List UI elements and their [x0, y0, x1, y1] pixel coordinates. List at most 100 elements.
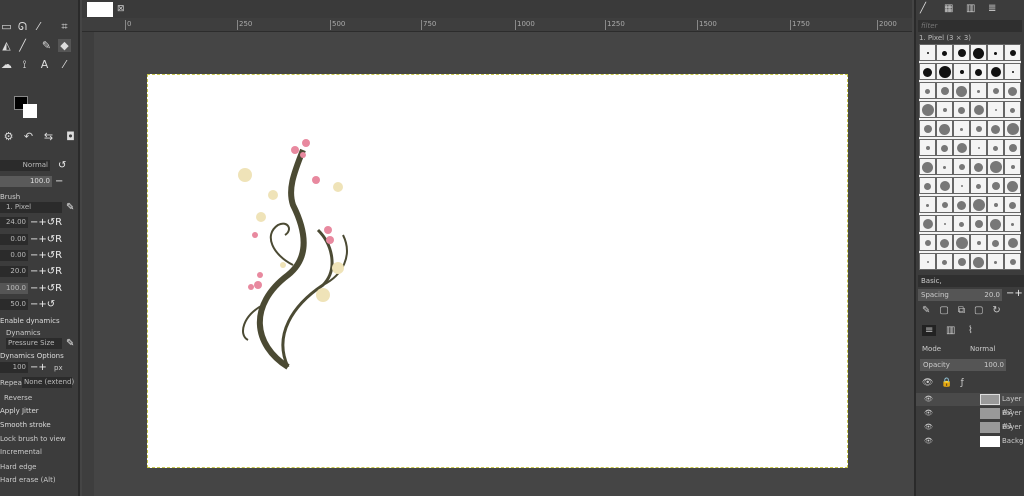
brush-preview[interactable]	[1004, 253, 1021, 270]
brush-preview[interactable]	[970, 63, 987, 80]
brush-preview[interactable]	[919, 139, 936, 156]
brush-preview[interactable]	[970, 177, 987, 194]
brush-preview[interactable]	[919, 253, 936, 270]
brush-preview[interactable]	[953, 177, 970, 194]
spacing-pm[interactable]: −+↺R	[30, 266, 62, 277]
brush-preview[interactable]	[936, 177, 953, 194]
brush-preview[interactable]	[919, 101, 936, 118]
layer-name[interactable]: Layer	[1002, 421, 1022, 434]
tool-options-icon[interactable]: ⚙	[2, 130, 15, 143]
brush-preview[interactable]	[936, 196, 953, 213]
layer-row[interactable]: 👁 Layer	[916, 421, 1024, 434]
brush-preview[interactable]	[919, 196, 936, 213]
brush-preview[interactable]	[919, 82, 936, 99]
visibility-eye-icon[interactable]: 👁	[924, 407, 933, 420]
undo-history-icon[interactable]: ↶	[22, 130, 35, 143]
jitter-checkbox[interactable]: Apply Jitter	[0, 405, 80, 417]
brush-preview[interactable]	[987, 234, 1004, 251]
brush-preview[interactable]	[987, 63, 1004, 80]
incremental-checkbox[interactable]: Incremental	[0, 446, 80, 458]
brush-preview[interactable]	[936, 44, 953, 61]
layer-mode-select[interactable]: Normal	[970, 345, 995, 353]
smudge-icon[interactable]: ☁	[0, 58, 13, 71]
hardness-field[interactable]: 100.0	[0, 283, 28, 294]
brush-preview[interactable]	[919, 120, 936, 137]
lasso-icon[interactable]: ᘏ	[16, 20, 29, 33]
aspect-field[interactable]: 0.00	[0, 234, 28, 245]
paths-icon[interactable]: ⟟	[18, 58, 31, 71]
brush-preview[interactable]	[1004, 101, 1021, 118]
opacity-decrease[interactable]: −	[55, 176, 63, 187]
brush-preview[interactable]	[987, 120, 1004, 137]
brush-preview[interactable]	[1004, 177, 1021, 194]
reverse-checkbox[interactable]: Reverse	[0, 392, 80, 404]
brush-preview[interactable]	[953, 44, 970, 61]
brush-preview[interactable]	[953, 196, 970, 213]
color-picker-icon[interactable]: ⁄	[58, 58, 71, 71]
brush-preview[interactable]	[953, 158, 970, 175]
brush-tag-input[interactable]: Basic,	[918, 275, 1024, 287]
brush-preview[interactable]	[970, 82, 987, 99]
brush-preview[interactable]	[1004, 215, 1021, 232]
brush-preview[interactable]	[936, 63, 953, 80]
reset-mode-icon[interactable]: ↺	[58, 160, 66, 171]
brush-preview[interactable]	[970, 44, 987, 61]
brush-preview[interactable]	[970, 215, 987, 232]
edit-dynamics-icon[interactable]: ✎	[66, 338, 74, 349]
brush-preview[interactable]	[936, 101, 953, 118]
brush-preview[interactable]	[970, 158, 987, 175]
dynamics-select[interactable]: Pressure Size	[6, 338, 62, 349]
hardness-pm[interactable]: −+↺R	[30, 283, 62, 294]
image-canvas[interactable]	[147, 74, 848, 468]
background-color[interactable]	[23, 104, 37, 118]
brush-spacing-slider[interactable]: Spacing 20.0	[918, 289, 1002, 301]
patterns-tab-icon[interactable]: ▦	[944, 3, 953, 14]
document-history-icon[interactable]: ≣	[988, 3, 996, 14]
fade-unit[interactable]: px	[54, 362, 63, 374]
brush-preview[interactable]	[987, 139, 1004, 156]
brush-preview[interactable]	[936, 120, 953, 137]
brush-preview[interactable]	[970, 120, 987, 137]
brush-preview[interactable]	[1004, 82, 1021, 99]
brush-preview[interactable]	[970, 196, 987, 213]
brush-preview[interactable]	[970, 234, 987, 251]
eraser-icon[interactable]: ◆	[58, 39, 71, 52]
brush-preview[interactable]	[936, 158, 953, 175]
brush-preview[interactable]	[987, 215, 1004, 232]
hard-erase-checkbox[interactable]: Hard erase (Alt)	[0, 474, 80, 486]
brush-preview[interactable]	[1004, 158, 1021, 175]
enable-dynamics-toggle[interactable]: Enable dynamics	[0, 315, 80, 327]
brush-preview[interactable]	[919, 158, 936, 175]
brush-preview[interactable]	[987, 196, 1004, 213]
mode-select[interactable]: Normal	[0, 160, 50, 171]
brush-preview[interactable]	[1004, 44, 1021, 61]
lock-row[interactable]: 👁🔒ƒ	[922, 378, 972, 388]
brush-preview[interactable]	[1004, 120, 1021, 137]
brush-preview[interactable]	[1004, 63, 1021, 80]
brush-actions[interactable]: ✎▢⧉▢↻	[922, 305, 1010, 316]
layer-row[interactable]: 👁 Background	[916, 435, 1024, 448]
brush-preview[interactable]	[987, 158, 1004, 175]
layer-opacity-slider[interactable]: Opacity 100.0	[920, 359, 1006, 371]
brush-preview[interactable]	[919, 215, 936, 232]
visibility-eye-icon[interactable]: 👁	[924, 435, 933, 448]
layer-row[interactable]: 👁 Layer #1	[916, 407, 1024, 430]
force-field[interactable]: 50.0	[0, 299, 28, 310]
brush-preview[interactable]	[1004, 234, 1021, 251]
brush-preview[interactable]	[919, 63, 936, 80]
lock-brush-checkbox[interactable]: Lock brush to view	[0, 433, 80, 445]
brush-preview[interactable]	[953, 82, 970, 99]
brush-preview[interactable]	[987, 101, 1004, 118]
edit-brush-icon[interactable]: ✎	[66, 202, 74, 213]
paintbrush-icon[interactable]: ╱	[16, 39, 29, 52]
brush-preview[interactable]	[936, 215, 953, 232]
brush-preview[interactable]	[936, 234, 953, 251]
fade-pm[interactable]: −+	[30, 362, 47, 373]
brush-preview[interactable]	[987, 253, 1004, 270]
crop-icon[interactable]: ⌗	[58, 20, 71, 33]
brush-preview[interactable]	[953, 253, 970, 270]
images-icon[interactable]: ⇆	[42, 130, 55, 143]
force-pm[interactable]: −+↺	[30, 299, 55, 310]
brush-preview[interactable]	[1004, 139, 1021, 156]
brush-filter-input[interactable]: filter	[918, 20, 1022, 32]
